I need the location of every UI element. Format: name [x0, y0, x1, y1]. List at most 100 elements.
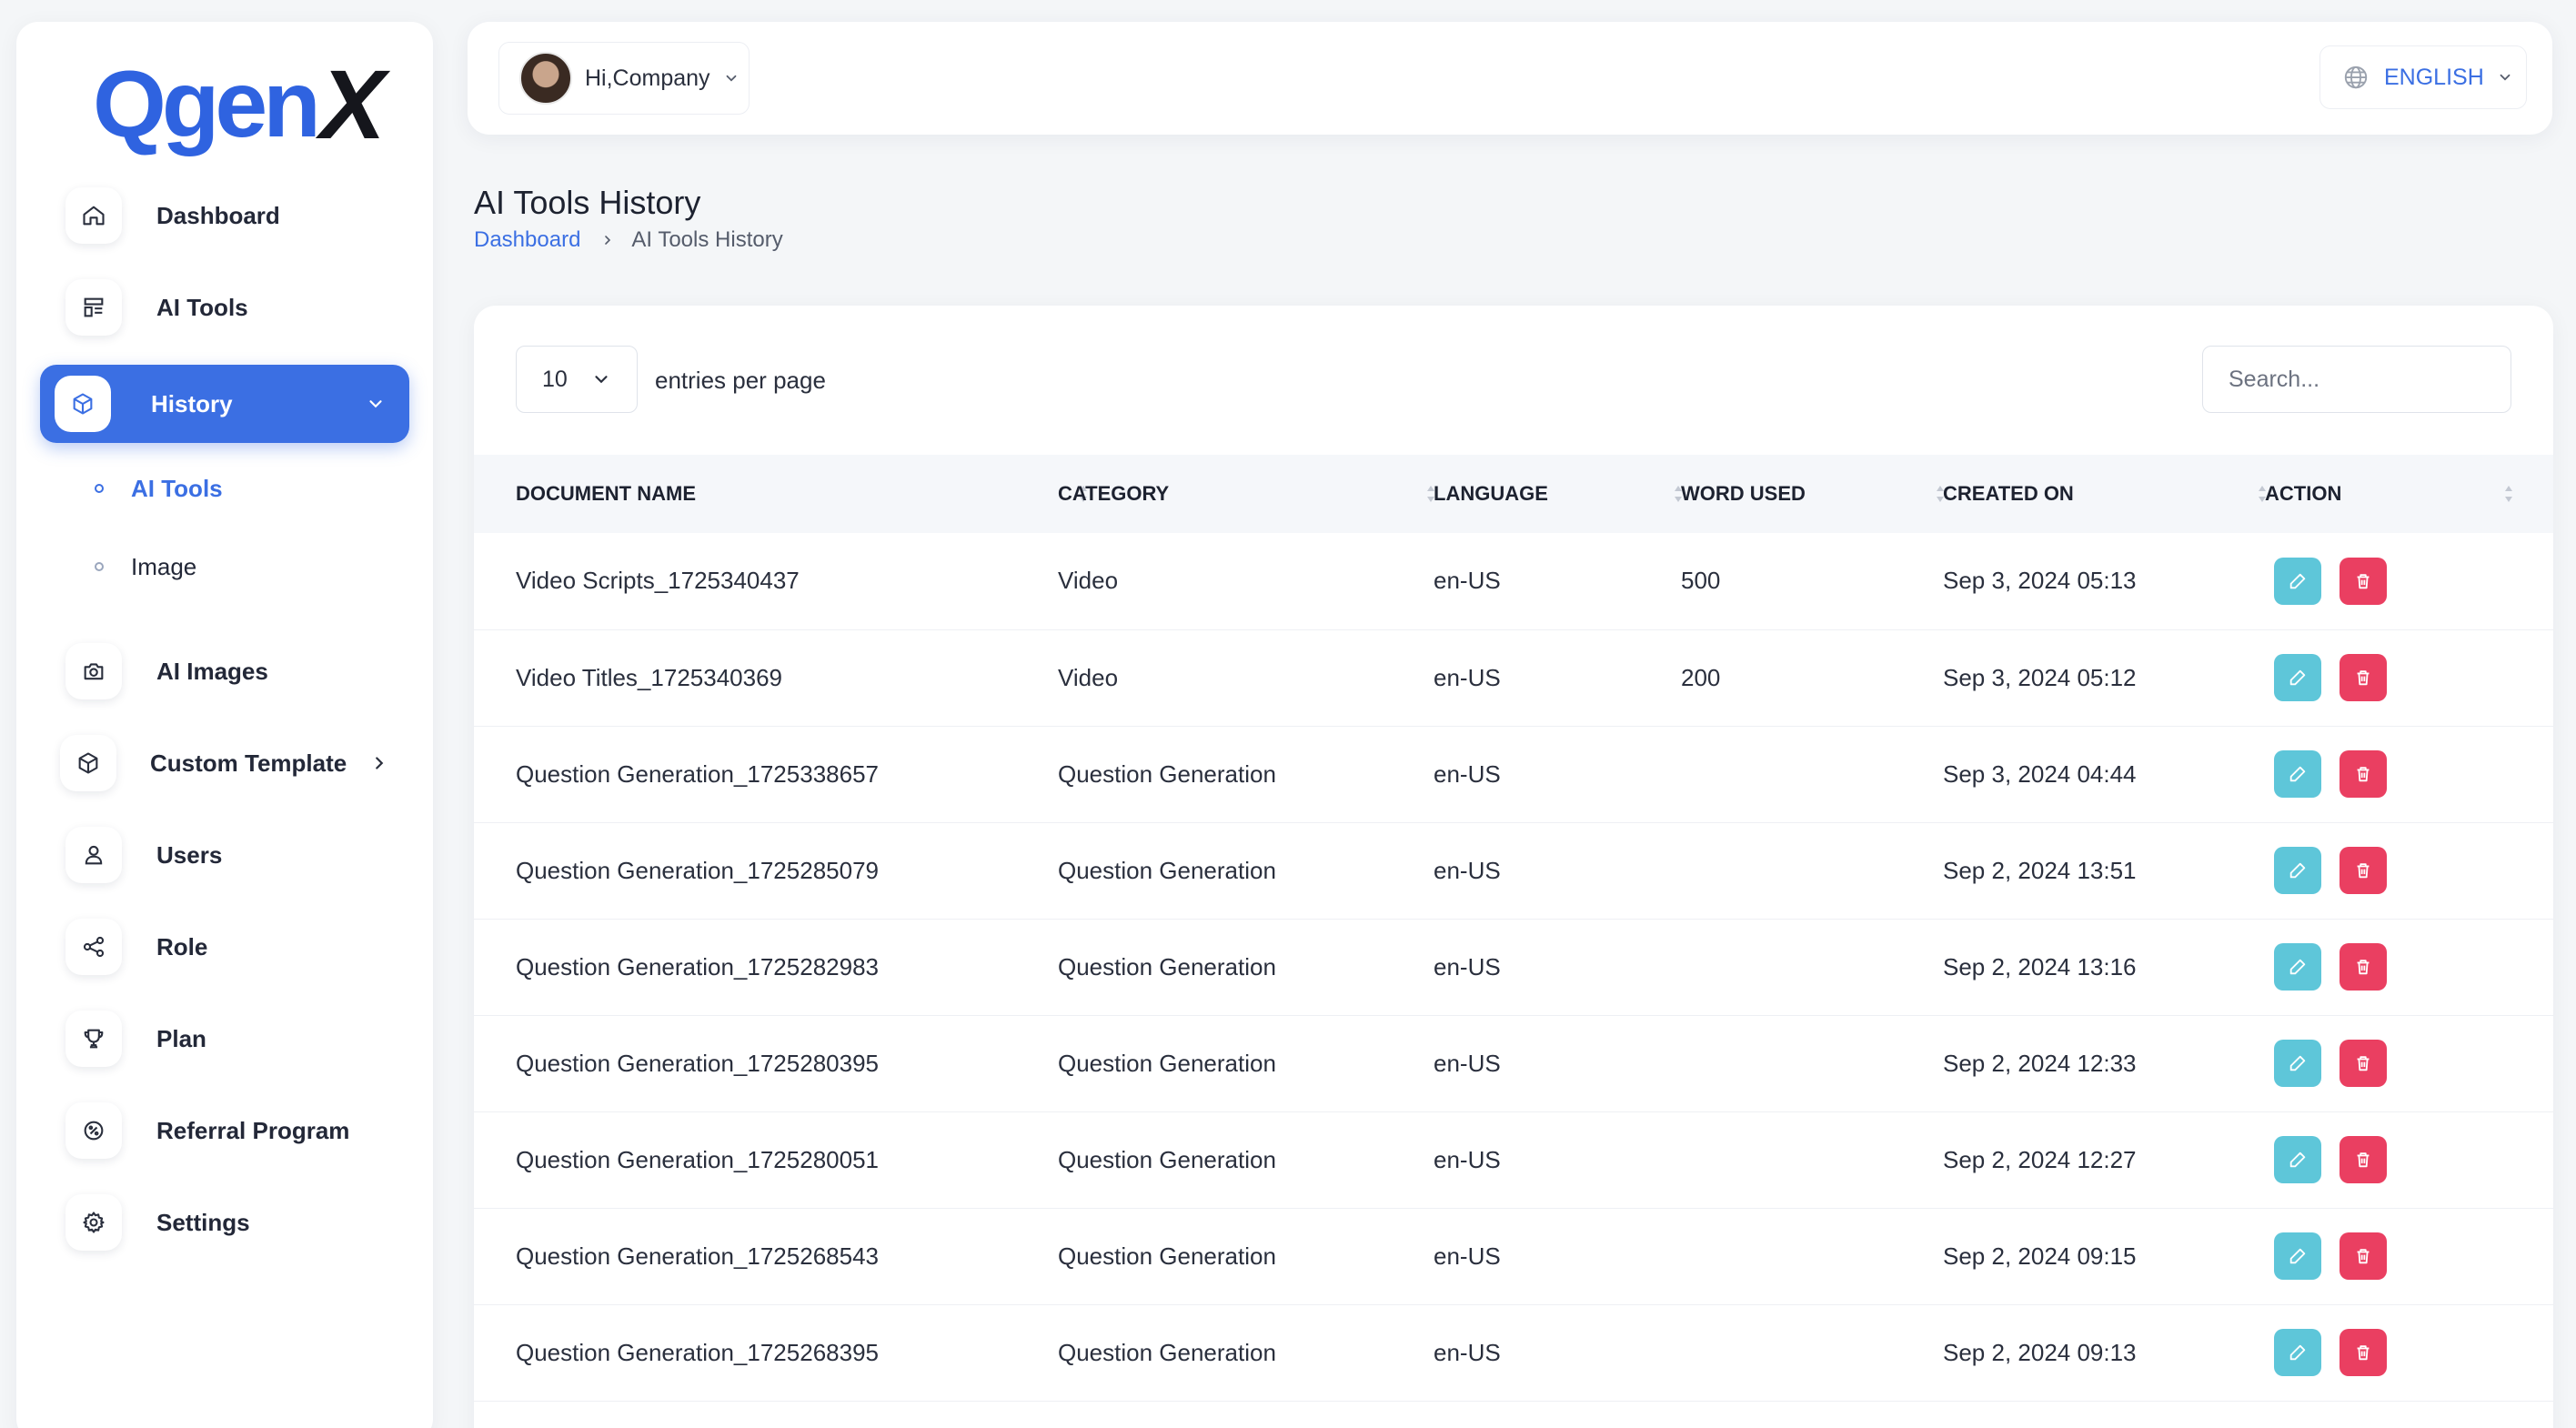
delete-button[interactable] — [2340, 654, 2387, 701]
cell-action — [2265, 533, 2553, 629]
edit-button[interactable] — [2274, 1040, 2321, 1087]
cell-word-used — [1681, 726, 1943, 822]
column-header-category[interactable]: CATEGORY — [1058, 455, 1434, 533]
trophy-icon — [65, 1011, 122, 1067]
sidebar-item-referral-program[interactable]: Referral Program — [40, 1091, 409, 1170]
column-header-created-on[interactable]: CREATED ON — [1943, 455, 2266, 533]
delete-button[interactable] — [2340, 557, 2387, 605]
sidebar-subitem-ai-tools[interactable]: AI Tools — [95, 470, 223, 507]
delete-button[interactable] — [2340, 750, 2387, 798]
pencil-icon — [2288, 764, 2308, 784]
row-actions — [2274, 654, 2553, 701]
breadcrumb-home-link[interactable]: Dashboard — [474, 227, 580, 253]
cell-language: en-US — [1434, 1242, 1501, 1270]
logo-main-text: Qgen — [93, 52, 321, 157]
search-input[interactable] — [2202, 346, 2511, 413]
column-header-word-used[interactable]: WORD USED — [1681, 455, 1944, 533]
cell-language: en-US — [1434, 1049, 1501, 1077]
table-row[interactable]: Question Generation_1725268395 Question G… — [474, 1304, 2553, 1401]
gear-icon — [65, 1194, 122, 1251]
sidebar-item-plan[interactable]: Plan — [40, 1000, 409, 1078]
pencil-icon — [2288, 1246, 2308, 1266]
cell-document-name: Video Titles_1725340369 — [516, 663, 782, 691]
column-header-label: CREATED ON — [1943, 482, 2074, 505]
cell-document-name: Question Generation_1725268543 — [516, 1242, 879, 1270]
brand-logo[interactable]: Qgen X — [93, 52, 386, 157]
chevron-down-icon — [366, 394, 386, 414]
table-row[interactable]: Video Titles_1725340369 Video en-US 200 Sep … — [474, 629, 2553, 726]
delete-button[interactable] — [2340, 1232, 2387, 1280]
edit-button[interactable] — [2274, 1329, 2321, 1376]
cell-word-used — [1681, 1304, 1943, 1401]
edit-button[interactable] — [2274, 654, 2321, 701]
sidebar-item-users[interactable]: Users — [40, 816, 409, 894]
sidebar-item-history[interactable]: History — [40, 365, 409, 443]
column-header-document-name[interactable]: DOCUMENT NAME — [474, 455, 1087, 533]
row-actions — [2274, 1232, 2553, 1280]
edit-button[interactable] — [2274, 943, 2321, 991]
trash-icon — [2353, 764, 2373, 784]
table-row[interactable]: Question Generation_1725280051 Question G… — [474, 1111, 2553, 1208]
delete-button[interactable] — [2340, 1040, 2387, 1087]
pencil-icon — [2288, 571, 2308, 591]
sidebar: Qgen X Dashboard AI Tools History AI Too… — [16, 22, 433, 1428]
sidebar-item-ai-tools[interactable]: AI Tools — [40, 268, 409, 347]
edit-button[interactable] — [2274, 847, 2321, 894]
delete-button[interactable] — [2340, 1136, 2387, 1183]
per-page-select[interactable]: 10 — [516, 346, 638, 413]
delete-button[interactable] — [2340, 1329, 2387, 1376]
cell-category: Question Generation — [1058, 1338, 1276, 1366]
sidebar-item-ai-images[interactable]: AI Images — [40, 632, 409, 710]
sidebar-item-label: Users — [156, 841, 223, 869]
table-row[interactable]: Video Scripts_1725340437 Video en-US 500 Sep… — [474, 533, 2553, 629]
sort-icon[interactable] — [2503, 484, 2514, 504]
trash-icon — [2353, 1053, 2373, 1073]
topbar: Hi,Company ENGLISH — [468, 22, 2552, 135]
sidebar-item-role[interactable]: Role — [40, 908, 409, 986]
column-header-language[interactable]: LANGUAGE — [1434, 455, 1682, 533]
table-header-row: DOCUMENT NAME CATEGORY LANGUAGE WORD USE… — [474, 455, 2553, 533]
cell-action — [2265, 726, 2553, 822]
sidebar-item-custom-template[interactable]: Custom Template — [40, 724, 409, 802]
table-row[interactable]: Question Generation_1725338657 Question G… — [474, 726, 2553, 822]
sidebar-subitem-image[interactable]: Image — [95, 548, 196, 585]
cell-category: Question Generation — [1058, 856, 1276, 884]
sidebar-item-label: Custom Template — [150, 749, 347, 777]
cell-action — [2265, 1304, 2553, 1401]
table-body: Video Scripts_1725340437 Video en-US 500 Sep… — [474, 533, 2553, 1401]
row-actions — [2274, 1136, 2553, 1183]
delete-button[interactable] — [2340, 847, 2387, 894]
edit-button[interactable] — [2274, 557, 2321, 605]
cell-word-used: 200 — [1681, 663, 1721, 691]
sidebar-item-label: History — [151, 390, 233, 417]
trash-icon — [2353, 860, 2373, 880]
row-actions — [2274, 1329, 2553, 1376]
sidebar-item-dashboard[interactable]: Dashboard — [40, 176, 409, 255]
table-row[interactable]: Question Generation_1725268543 Question G… — [474, 1208, 2553, 1304]
cell-word-used — [1681, 822, 1943, 919]
sidebar-subitem-label: AI Tools — [131, 474, 223, 502]
pencil-icon — [2288, 957, 2308, 977]
per-page-label: entries per page — [655, 367, 826, 394]
cell-language: en-US — [1434, 759, 1501, 788]
cell-created-on: Sep 3, 2024 04:44 — [1943, 759, 2137, 788]
table-row[interactable]: Question Generation_1725285079 Question G… — [474, 822, 2553, 919]
edit-button[interactable] — [2274, 1136, 2321, 1183]
trash-icon — [2353, 571, 2373, 591]
edit-button[interactable] — [2274, 750, 2321, 798]
user-greeting: Hi,Company — [585, 65, 710, 91]
delete-button[interactable] — [2340, 943, 2387, 991]
column-header-action[interactable]: ACTION — [2265, 455, 2553, 533]
row-actions — [2274, 557, 2553, 605]
table-row[interactable]: Question Generation_1725282983 Question G… — [474, 919, 2553, 1015]
edit-button[interactable] — [2274, 1232, 2321, 1280]
language-selector[interactable]: ENGLISH — [2319, 45, 2527, 109]
home-icon — [65, 187, 122, 244]
share-icon — [65, 919, 122, 975]
cube-icon — [55, 376, 111, 432]
trash-icon — [2353, 668, 2373, 688]
bullet-icon — [95, 562, 104, 571]
table-row[interactable]: Question Generation_1725280395 Question G… — [474, 1015, 2553, 1111]
sidebar-item-settings[interactable]: Settings — [40, 1183, 409, 1262]
user-menu-button[interactable]: Hi,Company — [498, 42, 750, 115]
